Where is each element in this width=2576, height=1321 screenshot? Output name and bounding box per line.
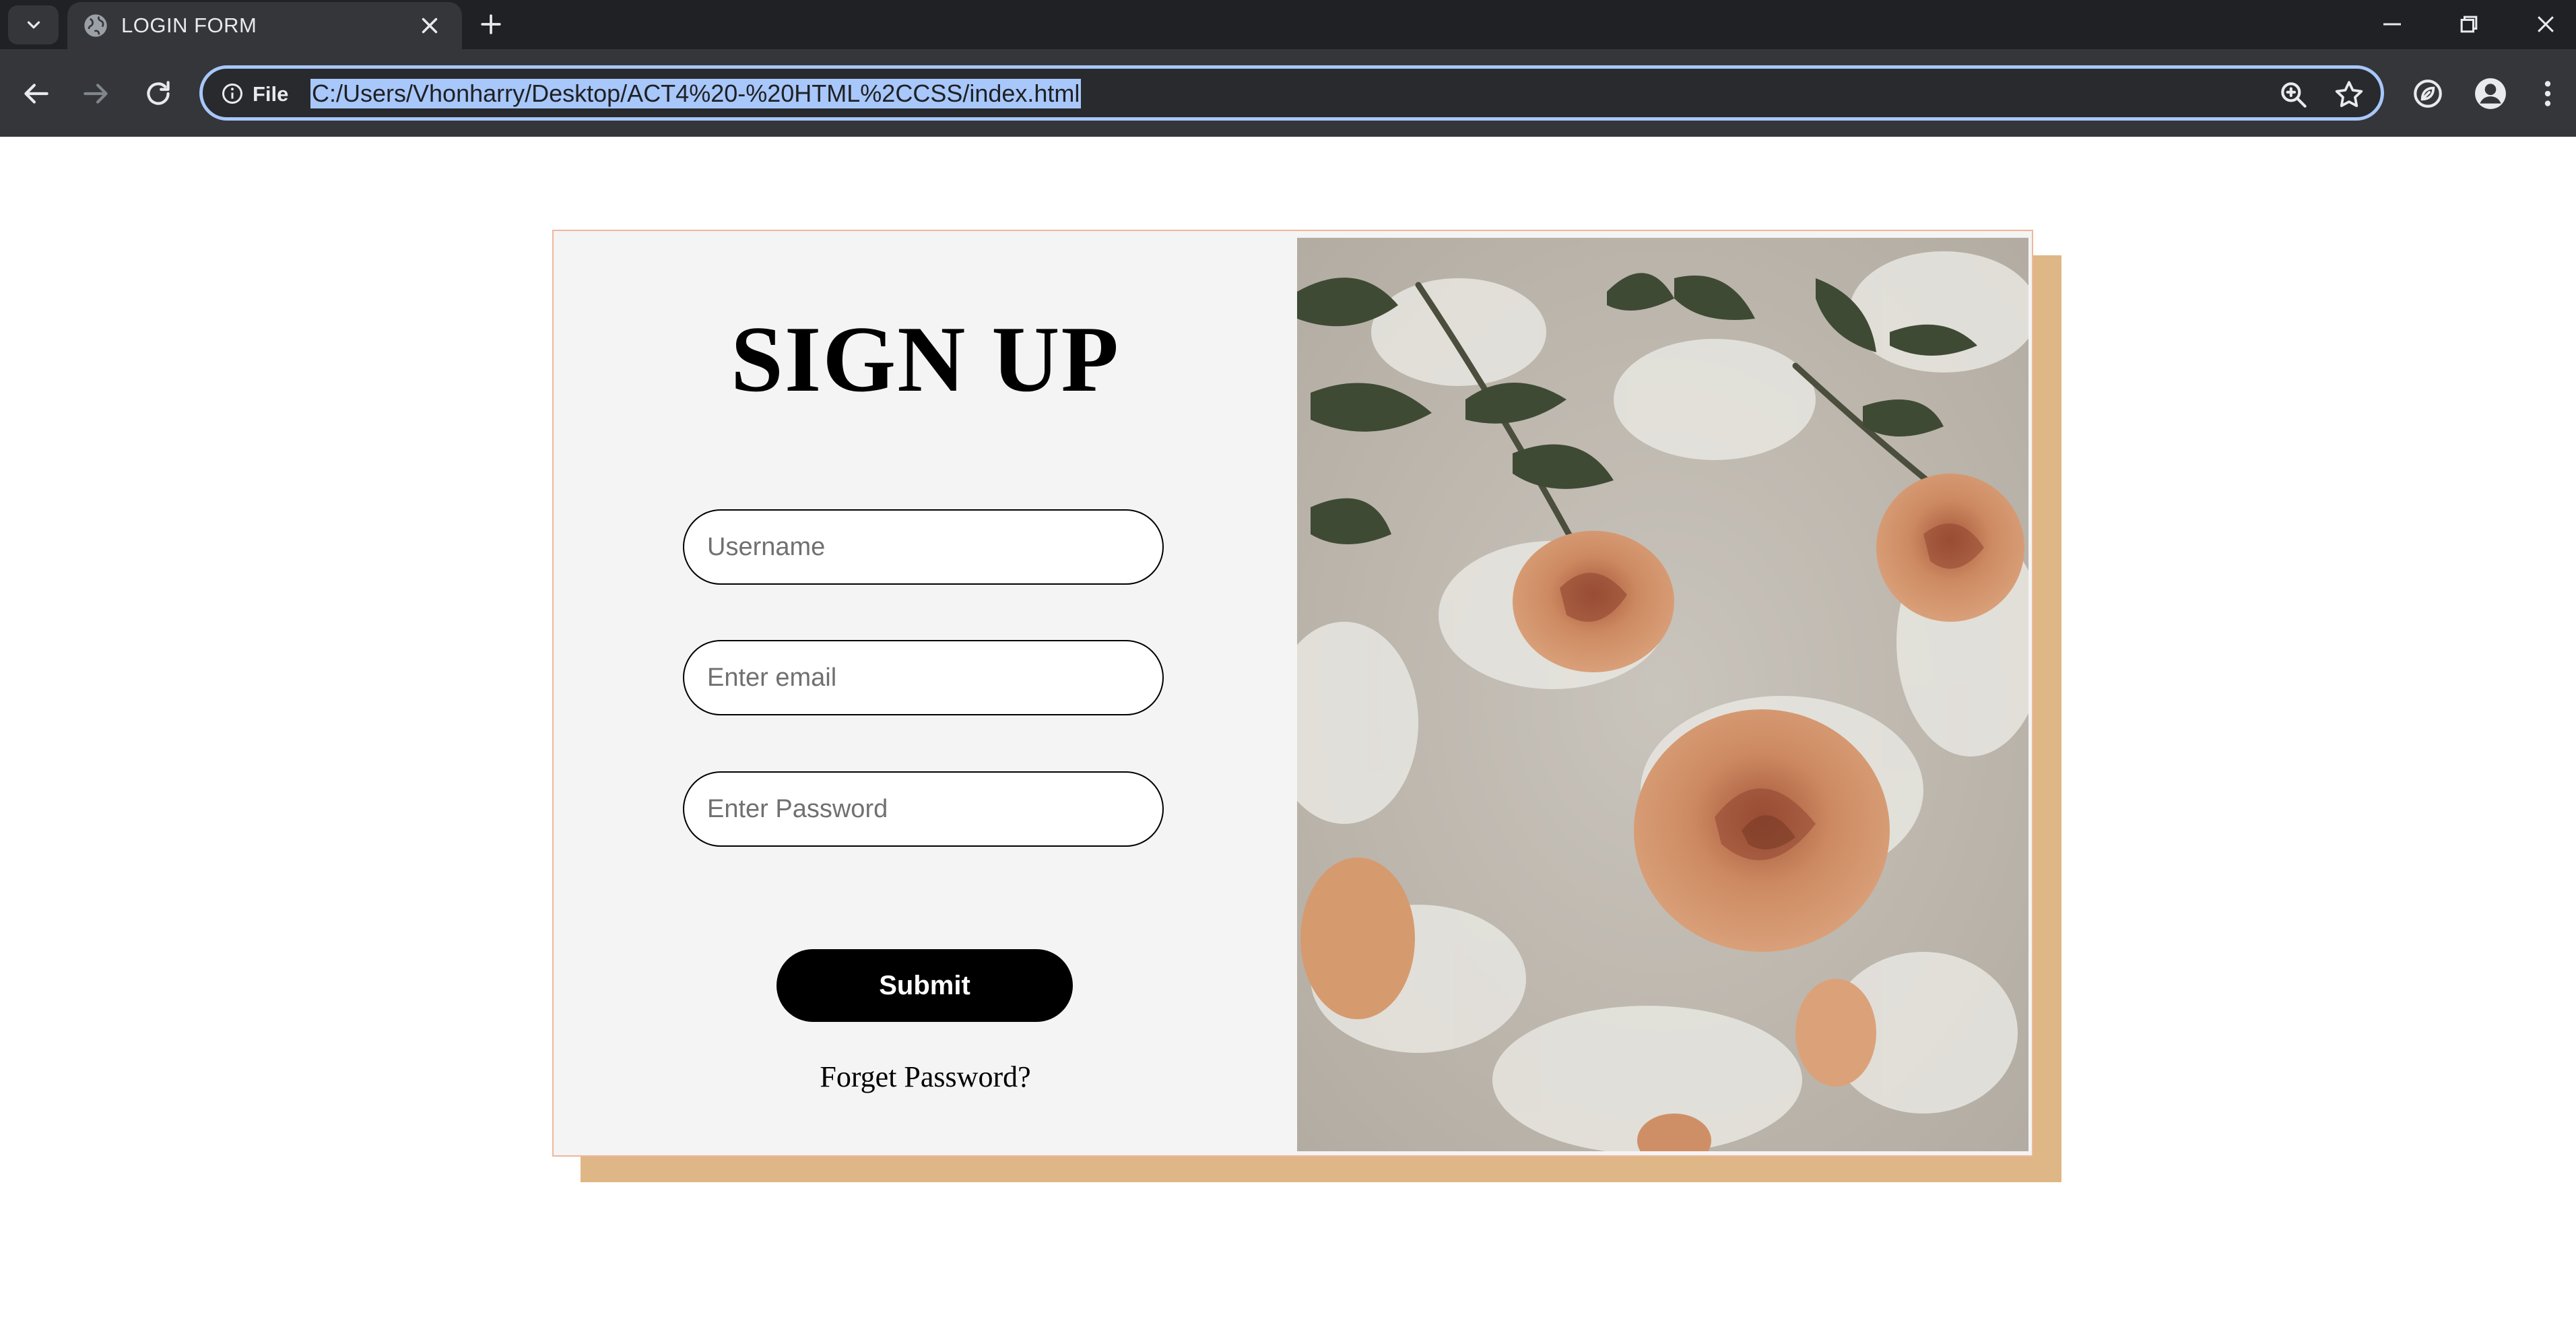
tab-strip: LOGIN FORM [0,0,2576,49]
username-input[interactable] [683,509,1164,585]
info-icon[interactable] [220,82,244,106]
browser-toolbar: File C:/Users/Vhonharry/Desktop/ACT4%20-… [0,49,2576,137]
browser-tab[interactable]: LOGIN FORM [67,2,462,49]
kebab-menu-icon[interactable] [2531,77,2565,110]
forgot-password-link[interactable]: Forget Password? [554,1060,1297,1094]
profile-icon[interactable] [2474,77,2507,110]
reload-icon[interactable] [141,77,175,110]
chevron-down-icon [27,21,40,29]
performance-leaf-icon[interactable] [2411,77,2445,110]
close-icon[interactable] [417,13,442,38]
password-input[interactable] [683,771,1164,847]
minimize-icon[interactable] [2373,7,2411,42]
globe-icon [84,14,107,37]
star-icon[interactable] [2332,78,2366,112]
forward-arrow-icon[interactable] [79,77,113,110]
plus-icon[interactable] [476,9,506,39]
back-arrow-icon[interactable] [19,77,53,110]
email-input[interactable] [683,640,1164,715]
close-window-icon[interactable] [2527,7,2565,42]
submit-button[interactable]: Submit [777,949,1073,1022]
site-info-label[interactable]: File [253,82,288,106]
url-text[interactable]: C:/Users/Vhonharry/Desktop/ACT4%20-%20HT… [310,79,1082,108]
address-bar[interactable]: File C:/Users/Vhonharry/Desktop/ACT4%20-… [199,65,2384,121]
roses-photo [1297,238,2028,1151]
tab-title: LOGIN FORM [121,13,257,37]
zoom-icon[interactable] [2277,78,2311,112]
page-title: SIGN UP [731,307,1120,412]
restore-icon[interactable] [2450,7,2488,42]
tab-search-button[interactable] [8,5,59,44]
signup-card: SIGN UP Submit Forget Password? [552,230,2033,1157]
